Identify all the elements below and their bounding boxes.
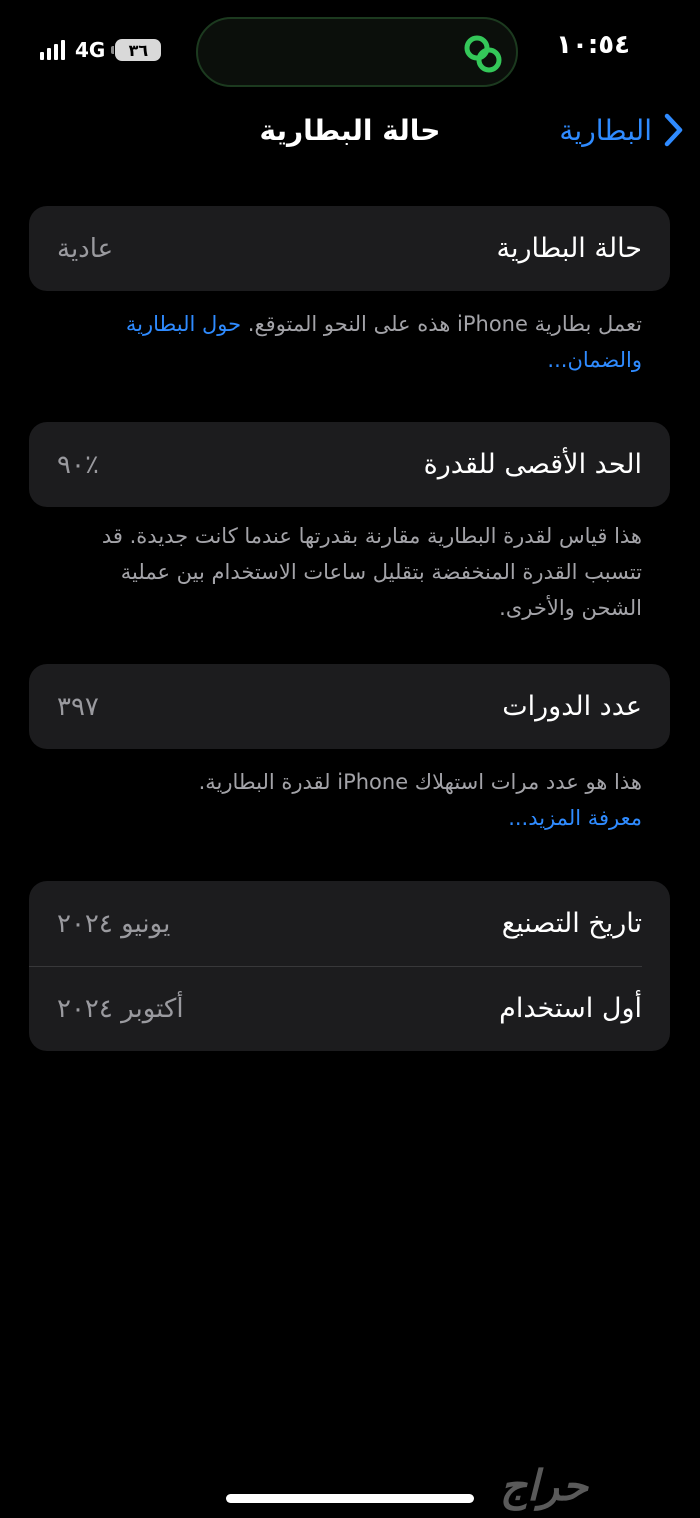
manufacture-date-row: تاريخ التصنيع يونيو ٢٠٢٤ — [29, 881, 670, 966]
maximum-capacity-label: الحد الأقصى للقدرة — [423, 449, 642, 480]
manufacture-date-value: يونيو ٢٠٢٤ — [57, 908, 171, 939]
maximum-capacity-row: الحد الأقصى للقدرة ٪٩٠ — [29, 422, 670, 507]
cycle-count-row: عدد الدورات ٣٩٧ — [29, 664, 670, 749]
battery-condition-note-text: تعمل بطارية iPhone هذه على النحو المتوقع… — [247, 312, 642, 336]
learn-more-link[interactable]: معرفة المزيد... — [58, 800, 642, 836]
first-use-row: أول استخدام أكتوبر ٢٠٢٤ — [29, 966, 670, 1051]
status-indicators: ٣٦ 4G — [40, 38, 162, 62]
network-type: 4G — [75, 38, 106, 62]
maximum-capacity-card: الحد الأقصى للقدرة ٪٩٠ — [29, 422, 670, 507]
battery-icon: ٣٦ — [111, 39, 162, 61]
battery-condition-label: حالة البطارية — [496, 233, 642, 264]
cellular-signal-icon — [40, 40, 65, 60]
maximum-capacity-note: هذا قياس لقدرة البطارية مقارنة بقدرتها ع… — [101, 524, 642, 620]
battery-level: ٣٦ — [128, 40, 149, 60]
home-indicator[interactable] — [226, 1494, 474, 1503]
cycle-count-card: عدد الدورات ٣٩٧ — [29, 664, 670, 749]
battery-condition-note: تعمل بطارية iPhone هذه على النحو المتوقع… — [58, 306, 642, 378]
cycle-count-note-text: هذا هو عدد مرات استهلاك iPhone لقدرة الب… — [198, 770, 642, 794]
status-time: ١٠:٥٤ — [556, 30, 630, 60]
battery-condition-card: حالة البطارية عادية — [29, 206, 670, 291]
dates-card: تاريخ التصنيع يونيو ٢٠٢٤ أول استخدام أكت… — [29, 881, 670, 1051]
manufacture-date-label: تاريخ التصنيع — [501, 908, 642, 939]
link-rings-icon — [464, 35, 502, 73]
first-use-value: أكتوبر ٢٠٢٤ — [57, 993, 184, 1024]
battery-condition-value: عادية — [57, 233, 114, 264]
page-title: حالة البطارية — [259, 114, 441, 147]
cycle-count-value: ٣٩٧ — [57, 691, 99, 722]
first-use-label: أول استخدام — [499, 993, 642, 1024]
cycle-count-note: هذا هو عدد مرات استهلاك iPhone لقدرة الب… — [58, 764, 642, 836]
battery-condition-row: حالة البطارية عادية — [29, 206, 670, 291]
maximum-capacity-value: ٪٩٠ — [57, 449, 99, 480]
cycle-count-label: عدد الدورات — [502, 691, 642, 722]
haraj-watermark: حراج — [500, 1461, 588, 1510]
